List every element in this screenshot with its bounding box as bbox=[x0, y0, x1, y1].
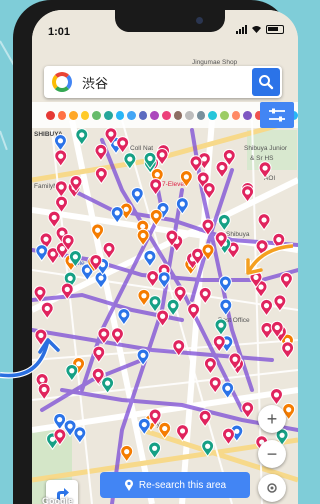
category-filter-dot[interactable] bbox=[185, 110, 194, 120]
status-time: 1:01 bbox=[48, 26, 71, 38]
google-logo-icon bbox=[52, 72, 72, 92]
category-filter-dot[interactable] bbox=[57, 110, 67, 120]
category-filter-dot[interactable] bbox=[80, 110, 90, 120]
category-filter-dot[interactable] bbox=[161, 110, 171, 120]
search-button[interactable] bbox=[252, 68, 280, 96]
background-line bbox=[0, 130, 8, 151]
map-label: Shibuya Junior bbox=[244, 145, 288, 152]
category-filter-dot[interactable] bbox=[92, 110, 101, 120]
annotation-arrow-left bbox=[0, 337, 61, 379]
my-location-button[interactable] bbox=[258, 474, 286, 502]
phone-notch bbox=[115, 10, 225, 32]
camera-icon bbox=[196, 17, 203, 24]
location-pin-icon bbox=[124, 479, 133, 491]
category-filter-dot[interactable] bbox=[231, 110, 241, 120]
wifi-icon bbox=[252, 26, 261, 33]
google-attribution: Google bbox=[42, 496, 73, 504]
category-filter-dot[interactable] bbox=[196, 110, 206, 120]
category-filter-dot[interactable] bbox=[103, 110, 113, 120]
category-filter-dot[interactable] bbox=[69, 110, 78, 120]
category-filter-dot[interactable] bbox=[46, 110, 55, 120]
zoom-in-button[interactable]: + bbox=[258, 405, 286, 433]
category-filter-dot[interactable] bbox=[115, 110, 125, 120]
cellular-signal-icon bbox=[236, 25, 247, 34]
crosshair-icon bbox=[267, 483, 277, 493]
battery-icon bbox=[266, 25, 284, 34]
map-label: Jingumae Shop bbox=[192, 59, 238, 66]
category-filter-dot[interactable] bbox=[138, 110, 148, 120]
category-filter-dot[interactable] bbox=[150, 110, 159, 120]
category-filter-dot[interactable] bbox=[127, 110, 136, 120]
zoom-out-button[interactable]: − bbox=[258, 440, 286, 468]
category-filter-dot[interactable] bbox=[208, 110, 217, 120]
filter-button[interactable] bbox=[260, 102, 294, 128]
status-icons bbox=[236, 25, 284, 34]
sliders-icon bbox=[269, 108, 285, 122]
category-filter-bar bbox=[32, 102, 298, 128]
search-input[interactable]: 渋谷 bbox=[82, 73, 252, 92]
category-filter-dot[interactable] bbox=[243, 110, 252, 120]
map-label: & Sr HS bbox=[250, 155, 274, 162]
research-area-label: Re-search this area bbox=[138, 479, 227, 491]
annotation-arrow-right bbox=[245, 243, 293, 276]
category-filter-dot[interactable] bbox=[219, 110, 229, 120]
search-bar[interactable]: 渋谷 bbox=[44, 66, 282, 98]
research-area-button[interactable]: Re-search this area bbox=[100, 472, 250, 498]
search-icon bbox=[259, 75, 274, 90]
category-filter-dot[interactable] bbox=[173, 110, 183, 120]
map-label: Coll Nat bbox=[130, 145, 153, 152]
map-label: Shibuya bbox=[226, 231, 250, 238]
